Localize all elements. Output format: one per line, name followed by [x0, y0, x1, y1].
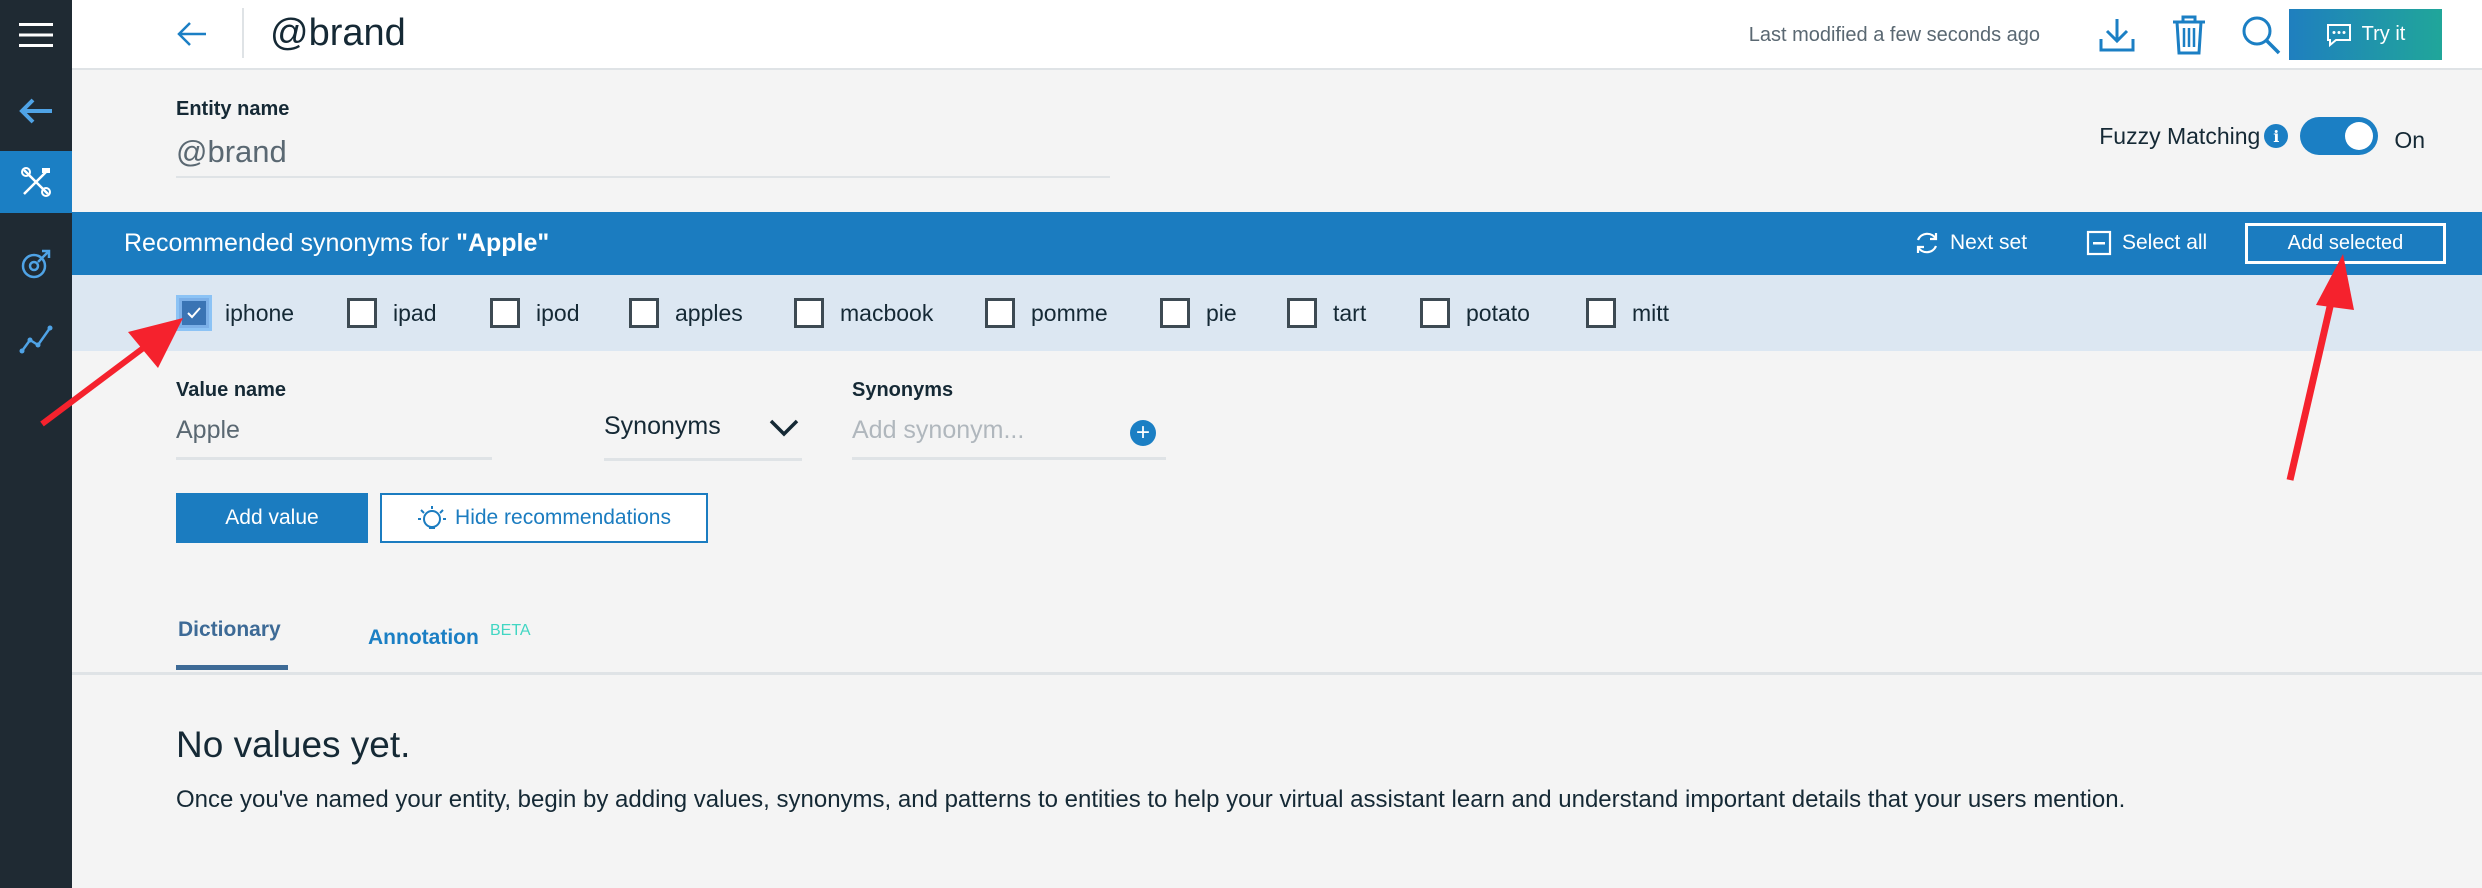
- left-rail: [0, 0, 72, 888]
- checkbox[interactable]: [1586, 298, 1616, 328]
- header-divider: [242, 8, 244, 58]
- next-set-button[interactable]: Next set: [1914, 230, 2027, 256]
- next-set-label: Next set: [1950, 231, 2028, 254]
- synonym-option-label: ipad: [393, 299, 437, 326]
- synonym-option-label: apples: [675, 299, 743, 326]
- refresh-icon: [1916, 232, 1938, 254]
- synonym-option[interactable]: tart: [1287, 298, 1366, 328]
- toggle-knob: [2345, 122, 2374, 150]
- synonym-option-label: ipod: [536, 299, 580, 326]
- rail-back-icon[interactable]: [0, 80, 72, 142]
- checkbox[interactable]: [179, 298, 209, 328]
- checkbox[interactable]: [1420, 298, 1450, 328]
- synonym-input[interactable]: Add synonym...: [852, 408, 1166, 460]
- hide-recommendations-label: Hide recommendations: [455, 506, 671, 529]
- select-all-icon: [2086, 230, 2112, 256]
- top-header: @brand Last modified a few seconds ago T…: [72, 0, 2482, 70]
- synonyms-label: Synonyms: [852, 379, 954, 401]
- tools-icon[interactable]: [0, 151, 72, 213]
- add-value-button[interactable]: Add value: [176, 493, 368, 543]
- value-type-label: Synonyms: [604, 412, 721, 440]
- fuzzy-matching-control: Fuzzy Matching i On: [2099, 117, 2425, 155]
- synonym-option[interactable]: apples: [629, 298, 743, 328]
- synonym-option[interactable]: iphone: [179, 298, 294, 328]
- select-all-label: Select all: [2122, 231, 2208, 254]
- checkbox[interactable]: [490, 298, 520, 328]
- tabs-divider: [72, 672, 2482, 675]
- checkmark-icon: [187, 307, 201, 319]
- synonym-option-label: pie: [1206, 299, 1237, 326]
- select-all-button[interactable]: Select all: [2086, 230, 2207, 256]
- analytics-icon[interactable]: [0, 308, 72, 370]
- tab-annotation[interactable]: Annotation: [368, 626, 479, 650]
- tab-dictionary-underline: [176, 665, 288, 670]
- synonym-option-label: macbook: [840, 299, 934, 326]
- add-circle-icon[interactable]: +: [1130, 420, 1156, 446]
- synonym-option[interactable]: potato: [1420, 298, 1530, 328]
- checkbox[interactable]: [1287, 298, 1317, 328]
- trash-icon[interactable]: [2166, 12, 2212, 58]
- info-icon[interactable]: i: [2264, 124, 2289, 148]
- fuzzy-matching-toggle[interactable]: [2300, 117, 2379, 155]
- hide-recommendations-button[interactable]: Hide recommendations: [380, 493, 708, 543]
- recommended-title: Recommended synonyms for "Apple": [124, 229, 549, 258]
- synonym-option[interactable]: pie: [1160, 298, 1237, 328]
- fuzzy-matching-label: Fuzzy Matching: [2099, 122, 2261, 149]
- recommended-title-value: "Apple": [456, 229, 550, 257]
- checkbox[interactable]: [794, 298, 824, 328]
- checkbox[interactable]: [1160, 298, 1190, 328]
- checkbox[interactable]: [629, 298, 659, 328]
- target-icon[interactable]: [0, 233, 72, 295]
- lightbulb-icon: [418, 506, 447, 529]
- synonym-option-label: pomme: [1031, 299, 1108, 326]
- chat-icon: [2326, 23, 2351, 47]
- try-it-button[interactable]: Try it: [2289, 9, 2442, 60]
- download-icon[interactable]: [2094, 12, 2140, 58]
- synonym-option-label: iphone: [225, 299, 295, 326]
- synonym-option-label: potato: [1466, 299, 1530, 326]
- synonym-option[interactable]: ipod: [490, 298, 579, 328]
- synonym-option-label: tart: [1333, 299, 1367, 326]
- value-name-label: Value name: [176, 379, 287, 401]
- try-it-label: Try it: [2361, 23, 2406, 45]
- tab-dictionary[interactable]: Dictionary: [178, 618, 281, 642]
- synonym-option[interactable]: mitt: [1586, 298, 1669, 328]
- arrow-left-icon[interactable]: [172, 14, 212, 54]
- empty-state-title: No values yet.: [176, 724, 411, 765]
- fuzzy-matching-state: On: [2394, 126, 2425, 153]
- value-name-input[interactable]: Apple: [176, 408, 492, 460]
- synonym-option[interactable]: ipad: [347, 298, 436, 328]
- entity-name-label: Entity name: [176, 98, 290, 120]
- checkbox[interactable]: [347, 298, 377, 328]
- value-type-select[interactable]: Synonyms: [604, 406, 802, 461]
- search-icon[interactable]: [2238, 12, 2284, 58]
- last-modified-text: Last modified a few seconds ago: [1748, 24, 2040, 46]
- entity-name-input[interactable]: @brand: [176, 126, 1110, 178]
- empty-state-description: Once you've named your entity, begin by …: [176, 786, 2126, 813]
- page-title: @brand: [270, 12, 406, 54]
- menu-icon[interactable]: [0, 4, 72, 66]
- add-selected-button[interactable]: Add selected: [2245, 223, 2446, 264]
- checkbox[interactable]: [985, 298, 1015, 328]
- recommended-synonyms-bar: Recommended synonyms for "Apple" Next se…: [72, 212, 2482, 275]
- synonym-options-row: iphone ipad ipod apples macbook pomme pi…: [72, 275, 2482, 351]
- recommended-title-prefix: Recommended synonyms for: [124, 229, 457, 257]
- synonym-option[interactable]: macbook: [794, 298, 933, 328]
- synonym-option[interactable]: pomme: [985, 298, 1108, 328]
- beta-badge: BETA: [490, 622, 531, 639]
- chevron-down-icon: [769, 419, 799, 437]
- synonym-option-label: mitt: [1632, 299, 1670, 326]
